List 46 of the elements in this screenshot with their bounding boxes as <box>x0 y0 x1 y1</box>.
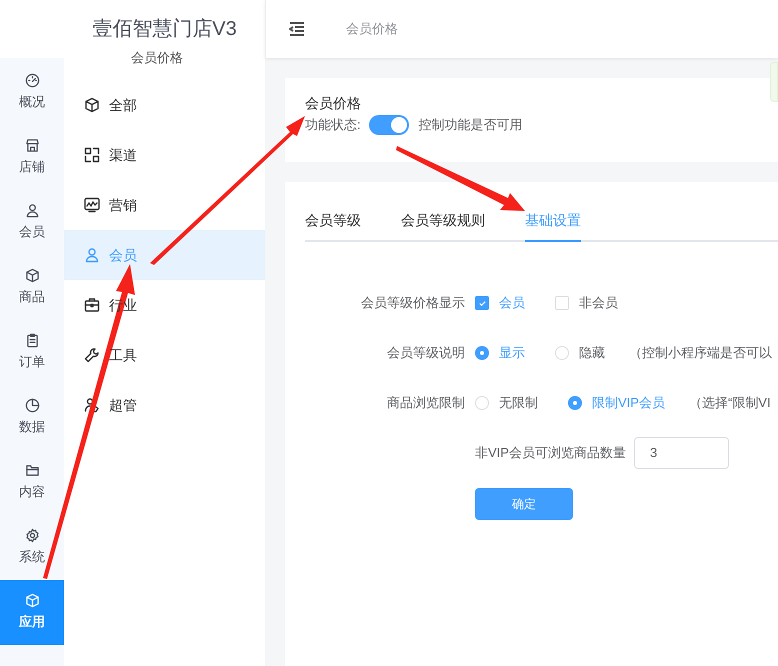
nav-item[interactable]: 商品 <box>0 255 64 320</box>
field-label: 非VIP会员可浏览商品数量 <box>475 444 626 462</box>
tab[interactable]: 会员等级 <box>305 210 361 242</box>
field-label: 会员等级价格显示 <box>360 294 465 312</box>
field-note: （控制小程序端是否可以 <box>629 344 772 362</box>
menu-item[interactable]: 渠道 <box>64 130 265 180</box>
nav-item[interactable]: 概况 <box>0 60 64 125</box>
menu-item[interactable]: 全部 <box>64 80 265 130</box>
nav-item[interactable]: 订单 <box>0 320 64 385</box>
wrench-icon <box>84 347 100 363</box>
settings-icon <box>24 528 40 544</box>
pie-chart-icon <box>24 398 40 414</box>
nav-item[interactable]: 内容 <box>0 450 64 515</box>
radio-option[interactable]: 隐藏 <box>555 343 605 363</box>
alert-box <box>770 62 778 102</box>
nav-item[interactable]: 会员 <box>0 190 64 255</box>
store-icon <box>24 138 40 154</box>
radio-option[interactable]: 无限制 <box>475 393 538 413</box>
squares-icon <box>84 147 100 163</box>
switch-hint: 控制功能是否可用 <box>418 116 523 134</box>
field-label: 会员等级说明 <box>386 344 465 362</box>
tab[interactable]: 会员等级规则 <box>401 210 485 242</box>
field-label: 商品浏览限制 <box>386 394 465 412</box>
menu-item[interactable]: 营销 <box>64 180 265 230</box>
gauge-icon <box>24 73 40 88</box>
menu-icon[interactable] <box>289 22 305 36</box>
app-title: 壹佰智慧门店V3 <box>92 17 237 42</box>
cube-icon <box>24 593 40 608</box>
cube-icon <box>84 97 100 113</box>
briefcase-icon <box>84 297 100 313</box>
status-label: 功能状态: <box>305 116 361 134</box>
clipboard-icon <box>24 333 40 348</box>
nav-item[interactable]: 系统 <box>0 515 64 580</box>
card-title: 会员价格 <box>305 94 362 113</box>
monitor-chart-icon <box>84 197 100 213</box>
nav-item[interactable]: 店铺 <box>0 125 64 190</box>
box-icon <box>24 268 40 284</box>
count-input[interactable]: 3 <box>634 437 729 469</box>
nav-item[interactable]: 数据 <box>0 385 64 450</box>
checkbox-option[interactable]: 非会员 <box>555 293 618 313</box>
user-icon <box>24 203 40 218</box>
toggle-switch[interactable] <box>368 115 409 135</box>
field-note: （选择“限制VI <box>688 394 771 412</box>
folder-icon <box>24 463 40 478</box>
user-icon <box>84 247 100 263</box>
check-icon <box>478 298 486 308</box>
